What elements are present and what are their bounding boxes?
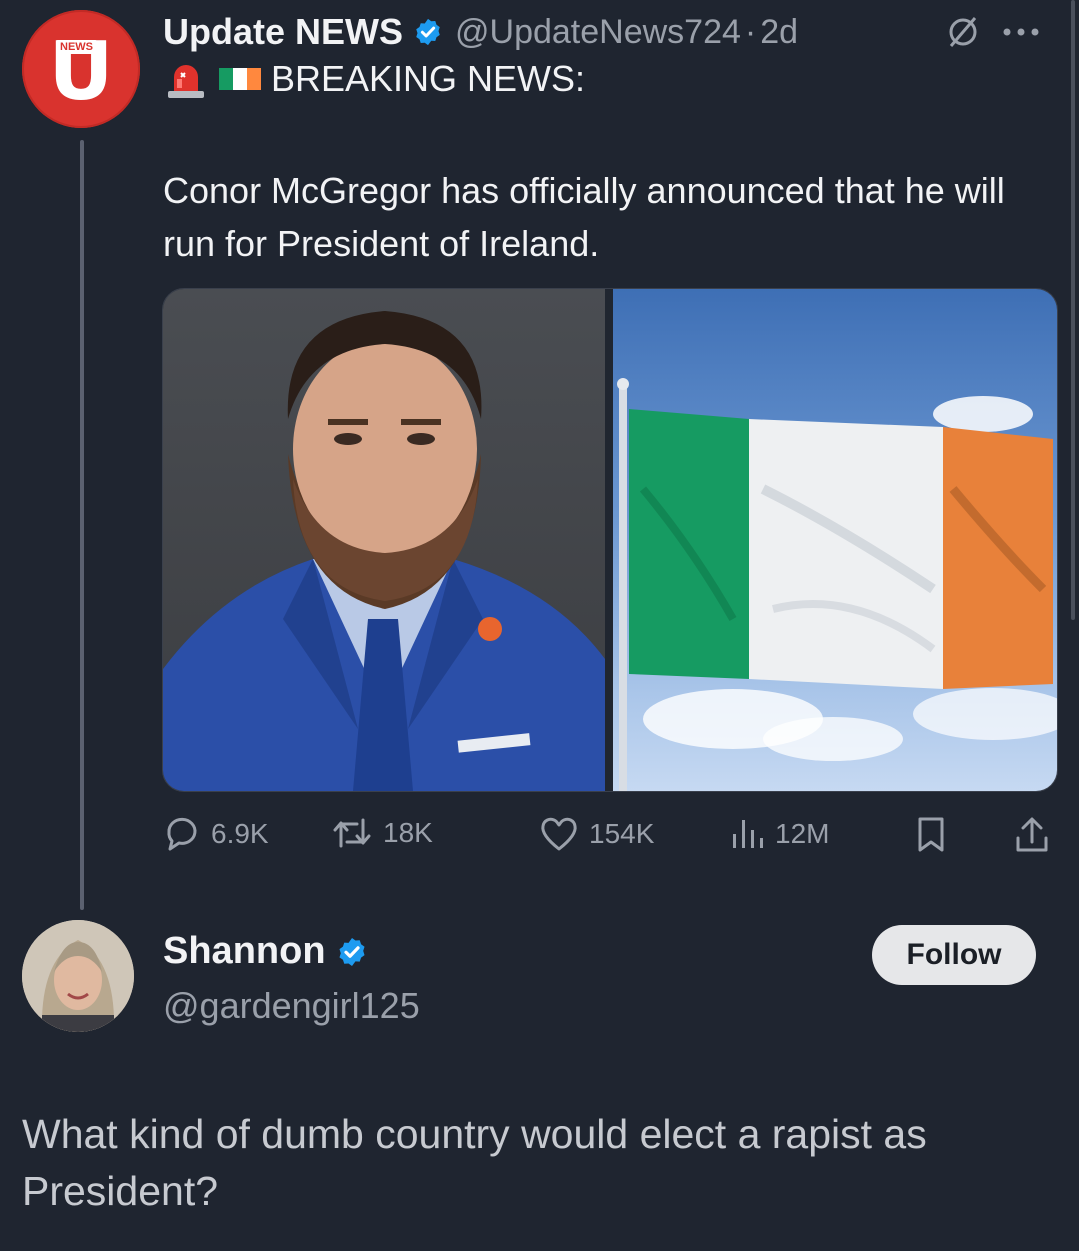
post-body-text: Conor McGregor has officially announced … — [163, 170, 1005, 264]
views-icon — [733, 820, 763, 848]
post-header: Update NEWS @UpdateNews724 · 2d — [163, 8, 798, 56]
shannon-avatar[interactable] — [22, 920, 134, 1032]
reply-author-row: Shannon — [163, 930, 368, 973]
siren-emoji-icon — [168, 65, 204, 98]
more-icon[interactable] — [1001, 26, 1045, 38]
post-headline-row: BREAKING NEWS: — [165, 58, 585, 100]
slash-icon[interactable] — [945, 14, 981, 50]
irish-flag-photo[interactable] — [613, 289, 1057, 791]
man-in-blue-suit-photo[interactable] — [163, 289, 605, 791]
ireland-flag-emoji-icon — [219, 68, 261, 90]
share-icon — [1016, 817, 1048, 852]
follow-button[interactable]: Follow — [872, 925, 1036, 985]
views-count: 12M — [775, 818, 830, 849]
reply-action[interactable]: 6.9K — [163, 816, 269, 852]
post-time[interactable]: 2d — [760, 13, 798, 52]
repost-count: 18K — [383, 817, 433, 848]
post-author-handle[interactable]: @UpdateNews724 — [455, 13, 741, 52]
handle-separator: · — [744, 12, 757, 51]
bookmark-icon — [918, 817, 944, 852]
repost-action[interactable]: 18K — [331, 816, 433, 850]
views-action[interactable]: 12M — [729, 816, 829, 852]
verified-badge-icon — [339, 937, 365, 966]
post-action-bar: 6.9K 18K 154K 12M — [163, 810, 1053, 860]
post-header-icons — [945, 14, 1045, 50]
reply-icon — [167, 817, 197, 851]
verified-badge-icon — [416, 18, 440, 46]
thread-connector-line — [80, 140, 84, 910]
post-author-name[interactable]: Update NEWS — [163, 11, 403, 53]
bookmark-action[interactable] — [915, 816, 957, 854]
reply-body-text: What kind of dumb country would elect a … — [22, 1111, 927, 1214]
post-headline: BREAKING NEWS: — [271, 58, 586, 99]
post-media[interactable] — [162, 288, 1058, 792]
repost-icon — [333, 818, 371, 848]
like-action[interactable]: 154K — [539, 816, 654, 852]
heart-icon — [541, 817, 577, 851]
like-count: 154K — [589, 818, 655, 849]
avatar-news-tag: NEWS — [56, 40, 97, 54]
share-action[interactable] — [1015, 816, 1059, 854]
reply-count: 6.9K — [211, 818, 269, 849]
media-divider — [605, 289, 613, 791]
scrollbar[interactable] — [1071, 0, 1075, 620]
update-news-avatar[interactable]: NEWS U — [22, 10, 140, 128]
reply-author-handle[interactable]: @gardengirl125 — [163, 985, 420, 1027]
reply-author-name[interactable]: Shannon — [163, 930, 326, 973]
